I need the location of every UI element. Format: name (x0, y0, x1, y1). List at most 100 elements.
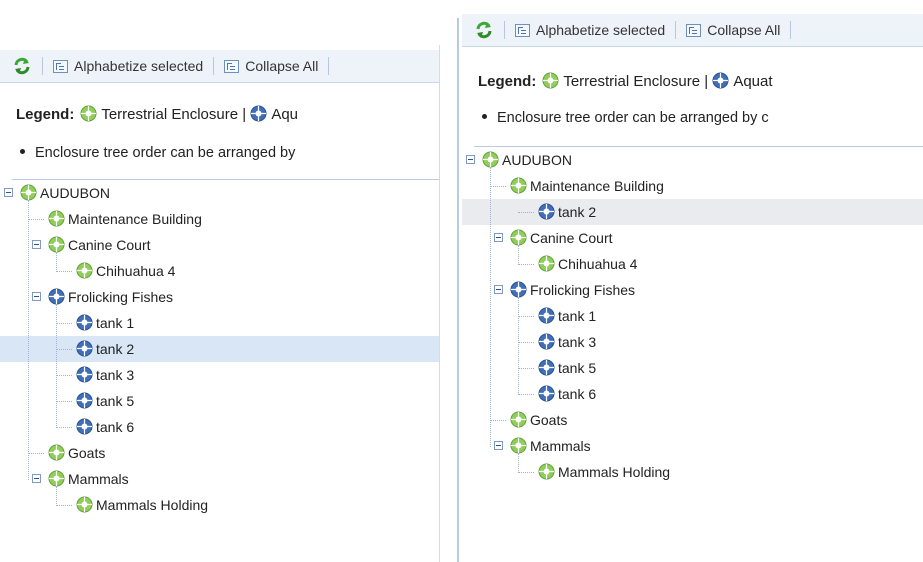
tree-node[interactable]: tank 6 (0, 414, 440, 440)
tree-connector (56, 323, 72, 324)
minus-box-icon[interactable] (494, 285, 503, 294)
collapse-all-button[interactable]: Collapse All (686, 22, 780, 38)
tree-node[interactable]: Chihuahua 4 (462, 251, 923, 277)
tree-node-label[interactable]: Canine Court (530, 230, 613, 246)
bullet-icon (482, 114, 487, 119)
tree-node-label[interactable]: tank 6 (96, 419, 134, 435)
tree-node-label[interactable]: Maintenance Building (530, 178, 664, 194)
tree-node-label[interactable]: Frolicking Fishes (68, 289, 173, 305)
tree-node-label[interactable]: Goats (530, 412, 567, 428)
tree-node-label[interactable]: tank 2 (96, 341, 134, 357)
tree-node-label[interactable]: tank 6 (558, 386, 596, 402)
tree-node-label[interactable]: Maintenance Building (68, 211, 202, 227)
refresh-arrows-icon[interactable] (474, 20, 494, 40)
tree-node[interactable]: AUDUBON (0, 180, 440, 206)
terrestrial-enclosure-icon (538, 463, 555, 480)
toolbar-separator (675, 21, 677, 39)
aquatic-enclosure-icon (76, 340, 93, 357)
tree-connector (56, 349, 72, 350)
tree-node[interactable]: Mammals (462, 433, 923, 459)
terrestrial-enclosure-icon (76, 496, 93, 513)
bullet-icon (20, 149, 25, 154)
tree-node[interactable]: Maintenance Building (462, 173, 923, 199)
tree-node[interactable]: Mammals Holding (0, 492, 440, 518)
legend-terrestrial-text: Terrestrial Enclosure (101, 106, 239, 123)
tree-connector (518, 316, 534, 317)
tree-node[interactable]: Canine Court (0, 232, 440, 258)
minus-box-icon[interactable] (32, 474, 41, 483)
tree-node[interactable]: tank 1 (462, 303, 923, 329)
minus-box-icon[interactable] (32, 292, 41, 301)
tree-node[interactable]: Goats (462, 407, 923, 433)
alphabetize-selected-button[interactable]: Alphabetize selected (53, 58, 203, 74)
tree-node-label[interactable]: Chihuahua 4 (96, 263, 175, 279)
minus-box-icon[interactable] (4, 188, 13, 197)
tree-node-label[interactable]: tank 2 (558, 204, 596, 220)
tree-node[interactable]: tank 5 (0, 388, 440, 414)
tree-node-label[interactable]: tank 5 (558, 360, 596, 376)
refresh-arrows-icon[interactable] (12, 56, 32, 76)
tree-node[interactable]: tank 2 (0, 336, 440, 362)
panel-right-border (439, 45, 440, 562)
enclosure-panel-after: Alphabetize selected Collapse All Legend… (462, 0, 923, 562)
tree-node[interactable]: Maintenance Building (0, 206, 440, 232)
terrestrial-enclosure-icon (510, 177, 527, 194)
tree-node[interactable]: Mammals (0, 466, 440, 492)
tree-connector (518, 342, 534, 343)
tree-node-label[interactable]: Goats (68, 445, 105, 461)
tree-node[interactable]: tank 1 (0, 310, 440, 336)
tree-node-label[interactable]: Mammals Holding (558, 464, 670, 480)
minus-box-icon[interactable] (494, 441, 503, 450)
terrestrial-enclosure-icon (48, 444, 65, 461)
alphabetize-selected-label: Alphabetize selected (74, 58, 204, 74)
tree-node[interactable]: Goats (0, 440, 440, 466)
toolbar-separator (504, 21, 505, 39)
tree-order-note: Enclosure tree order can be arranged by … (478, 110, 769, 126)
tree-node-label[interactable]: AUDUBON (502, 152, 572, 168)
collapse-all-button[interactable]: Collapse All (224, 58, 318, 74)
tree-node-label[interactable]: AUDUBON (40, 185, 110, 201)
tree-structure-icon (686, 23, 702, 37)
tree-node-label[interactable]: Frolicking Fishes (530, 282, 635, 298)
tree-node-label[interactable]: tank 5 (96, 393, 134, 409)
tree-node[interactable]: Mammals Holding (462, 459, 923, 485)
tree-node[interactable]: Frolicking Fishes (462, 277, 923, 303)
aquatic-enclosure-icon (538, 307, 555, 324)
tree-node[interactable]: tank 5 (462, 355, 923, 381)
tree-node-label[interactable]: tank 1 (96, 315, 134, 331)
tree-node-label[interactable]: tank 1 (558, 308, 596, 324)
tree-connector (490, 186, 506, 187)
minus-box-icon[interactable] (32, 240, 41, 249)
panel-divider (454, 0, 462, 562)
terrestrial-enclosure-icon (48, 210, 65, 227)
tree-node-label[interactable]: tank 3 (558, 334, 596, 350)
terrestrial-enclosure-icon (48, 470, 65, 487)
minus-box-icon[interactable] (494, 233, 503, 242)
tree-node-label[interactable]: Mammals Holding (96, 497, 208, 513)
tree-node[interactable]: tank 3 (462, 329, 923, 355)
tree-node-label[interactable]: tank 3 (96, 367, 134, 383)
tree-connector (28, 200, 29, 480)
terrestrial-enclosure-icon (510, 437, 527, 454)
legend: Legend: Terrestrial Enclosure | Aqu (16, 105, 298, 126)
tree-node[interactable]: AUDUBON (462, 147, 923, 173)
tree-connector (490, 167, 491, 447)
tree-node-label[interactable]: Mammals (530, 438, 591, 454)
tree-node-label[interactable]: Chihuahua 4 (558, 256, 637, 272)
aquatic-enclosure-icon (538, 203, 555, 220)
tree-node[interactable]: tank 6 (462, 381, 923, 407)
legend-label: Legend: (16, 106, 75, 123)
tree-node-label[interactable]: Mammals (68, 471, 129, 487)
tree-order-note-text: Enclosure tree order can be arranged by … (497, 110, 769, 126)
tree-node[interactable]: Canine Court (462, 225, 923, 251)
tree-node[interactable]: Chihuahua 4 (0, 258, 440, 284)
aquatic-enclosure-icon (510, 281, 527, 298)
alphabetize-selected-button[interactable]: Alphabetize selected (515, 22, 665, 38)
tree-structure-icon (53, 59, 68, 73)
tree-node-label[interactable]: Canine Court (68, 237, 151, 253)
terrestrial-enclosure-icon (76, 262, 93, 279)
tree-node[interactable]: tank 3 (0, 362, 440, 388)
tree-node[interactable]: tank 2 (462, 199, 923, 225)
minus-box-icon[interactable] (466, 155, 475, 164)
tree-node[interactable]: Frolicking Fishes (0, 284, 440, 310)
